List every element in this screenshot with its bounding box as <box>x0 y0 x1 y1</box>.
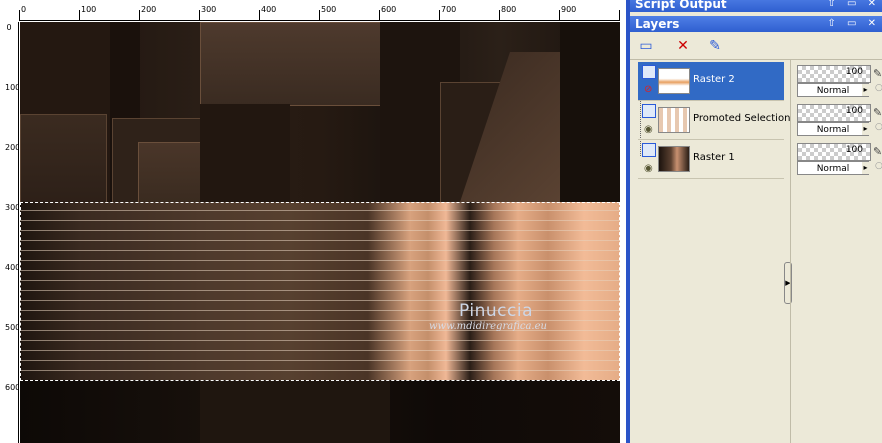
script-output-titlebar[interactable]: Script Output ⇧ ▭ ✕ <box>630 0 882 12</box>
layer-type-icon <box>642 143 656 157</box>
eye-icon[interactable]: ◉ <box>644 125 653 135</box>
shape-block <box>200 22 382 106</box>
blend-arrow-icon[interactable]: ▸ <box>862 123 869 135</box>
layer-name: Raster 1 <box>693 152 735 163</box>
layer-thumbnail <box>658 68 690 94</box>
layer-name: Promoted Selection <box>693 113 791 124</box>
ruler-ticks-top <box>19 10 620 20</box>
new-layer-icon[interactable]: ▭ <box>635 36 657 56</box>
blend-arrow-icon[interactable]: ▸ <box>862 84 869 96</box>
ruler-tick: 300 <box>5 203 19 212</box>
shape-block <box>20 114 107 204</box>
edit-layer-icon[interactable]: ✎ <box>704 36 726 56</box>
pen-icon[interactable]: ✎ <box>873 145 882 158</box>
image-canvas[interactable]: Pinuccia www.mdidiregrafica.eu <box>20 22 620 443</box>
layer-props-raster-1: 100 Normal ▸ ✎ ○ <box>797 141 882 177</box>
eye-icon[interactable]: ◉ <box>644 164 653 174</box>
ruler-tick: 200 <box>5 143 19 152</box>
canvas-area[interactable]: 0 100 200 300 400 500 600 700 800 900 0 … <box>0 0 626 443</box>
titlebar-icons[interactable]: ⇧ ▭ ✕ <box>827 0 880 12</box>
selection-marquee[interactable] <box>20 202 620 381</box>
blend-arrow-icon[interactable]: ▸ <box>862 162 869 174</box>
layer-thumbnail <box>658 146 690 172</box>
layer-row-raster-1[interactable]: ◉ Raster 1 <box>638 140 784 179</box>
opacity-value: 100 <box>845 106 863 116</box>
layer-row-raster-2[interactable]: ⊘ Raster 2 <box>638 62 784 101</box>
lock-icon[interactable]: ○ <box>875 161 882 171</box>
layer-name: Raster 2 <box>693 74 735 85</box>
shape-block <box>200 104 290 202</box>
pen-icon[interactable]: ✎ <box>873 67 882 80</box>
pen-icon[interactable]: ✎ <box>873 106 882 119</box>
ruler-tick: 100 <box>5 83 19 92</box>
delete-layer-icon[interactable]: ✕ <box>672 36 694 56</box>
vertical-ruler: 0 100 200 300 400 500 600 <box>2 22 19 443</box>
layer-props-raster-2: 100 Normal ▸ ✎ ○ <box>797 63 882 99</box>
shape-block <box>138 142 202 204</box>
watermark-name: Pinuccia <box>459 301 533 321</box>
layer-thumbnail <box>658 107 690 133</box>
horizontal-ruler: 0 100 200 300 400 500 600 700 800 900 <box>19 4 620 21</box>
layer-properties: 100 Normal ▸ ✎ ○ 100 Normal ▸ ✎ ○ 100 No… <box>790 60 882 443</box>
layers-titlebar[interactable]: Layers ⇧ ▭ ✕ <box>630 16 882 32</box>
layer-props-promoted-selection: 100 Normal ▸ ✎ ○ <box>797 102 882 138</box>
script-output-title: Script Output <box>635 0 727 11</box>
no-visibility-icon[interactable]: ⊘ <box>644 85 652 95</box>
opacity-value: 100 <box>845 67 863 77</box>
lock-icon[interactable]: ○ <box>875 83 882 93</box>
blend-mode-select[interactable]: Normal <box>797 122 869 136</box>
layers-title: Layers <box>635 17 680 31</box>
titlebar-icons[interactable]: ⇧ ▭ ✕ <box>827 16 880 32</box>
ruler-tick: 0 <box>6 23 12 32</box>
ruler-tick: 600 <box>5 383 19 392</box>
shape-block <box>560 22 620 202</box>
layers-toolbar: ▭ ✕ ✎ <box>630 33 882 60</box>
blend-mode-select[interactable]: Normal <box>797 83 869 97</box>
ruler-tick: 400 <box>5 263 19 272</box>
blend-mode-select[interactable]: Normal <box>797 161 869 175</box>
layer-row-promoted-selection[interactable]: ◉ Promoted Selection <box>638 101 790 140</box>
ruler-tick: 500 <box>5 323 19 332</box>
watermark-url: www.mdidiregrafica.eu <box>429 321 547 332</box>
opacity-value: 100 <box>845 145 863 155</box>
layer-list: ⊘ Raster 2 ◉ Promoted Selection ◉ Raster… <box>638 60 790 443</box>
shape-block <box>200 380 390 443</box>
lock-icon[interactable]: ○ <box>875 122 882 132</box>
layer-type-icon <box>642 104 656 118</box>
layer-type-icon <box>642 65 656 79</box>
right-panel: Script Output ⇧ ▭ ✕ Layers ⇧ ▭ ✕ ▭ ✕ ✎ ⊘… <box>630 0 882 443</box>
